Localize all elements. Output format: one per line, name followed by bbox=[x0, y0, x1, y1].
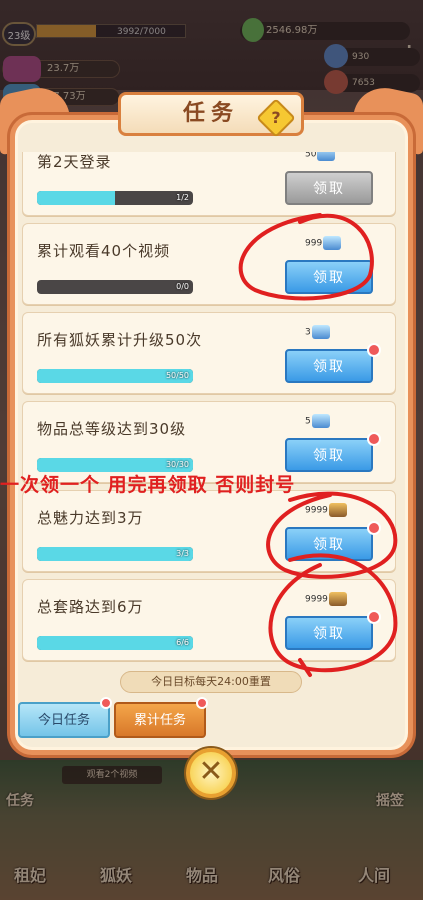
annotation-circle-2 bbox=[266, 491, 398, 579]
annotation-circles bbox=[238, 213, 398, 677]
annotation-circle-1 bbox=[238, 213, 374, 301]
